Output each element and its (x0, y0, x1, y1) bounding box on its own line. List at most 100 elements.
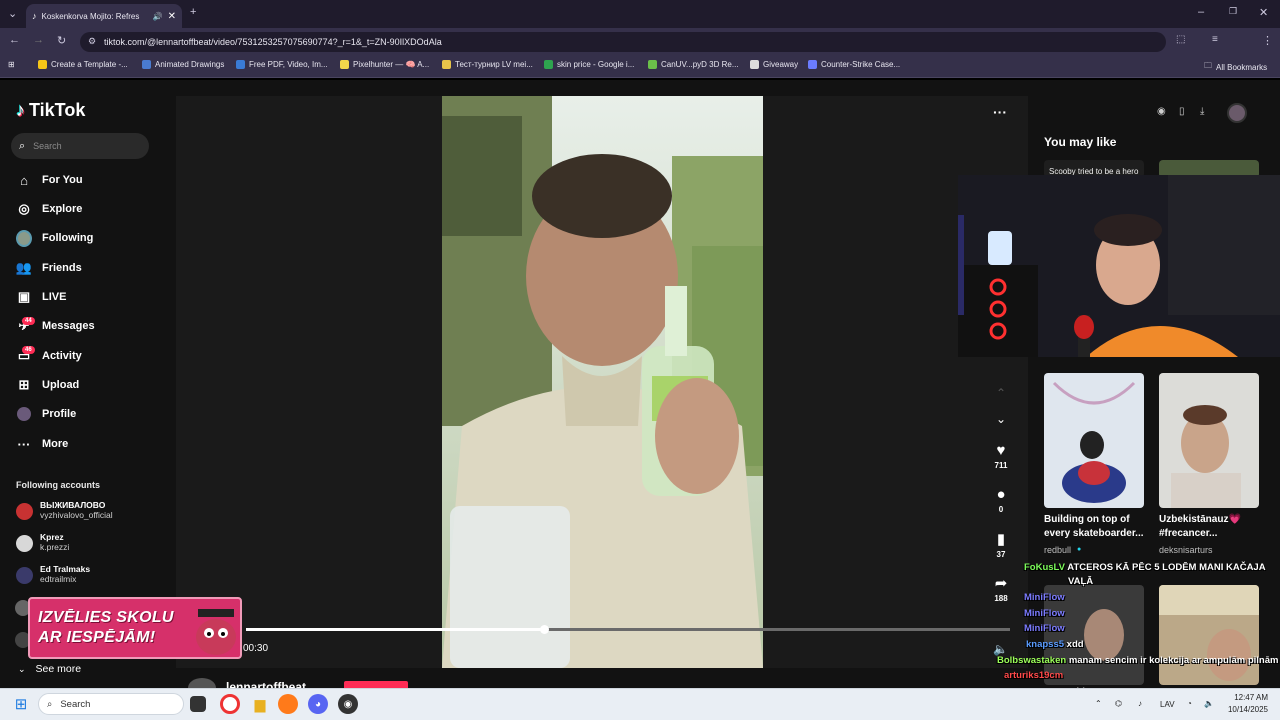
friends-icon: 👥 (15, 260, 33, 275)
nav-following[interactable]: Following (16, 229, 93, 247)
mic-icon[interactable]: ♪ (1138, 699, 1142, 708)
chat-user: MiniFlow (1024, 623, 1065, 634)
close-window-icon[interactable]: ✕ (1259, 6, 1268, 19)
tab-close-icon[interactable]: ✕ (168, 11, 176, 22)
following-accounts-title: Following accounts (16, 480, 101, 490)
nav-upload[interactable]: ⊞ Upload (16, 377, 80, 393)
avatar (16, 535, 33, 552)
keyboard-language[interactable]: LAV (1160, 700, 1175, 709)
bookmarks-bar: ⊞ Create a Template -... Animated Drawin… (0, 56, 1280, 78)
clock-time[interactable]: 12:47 AM (1226, 693, 1268, 702)
apps-icon[interactable]: ⊞ (8, 60, 15, 69)
tiktok-logo[interactable]: ♪ TikTok (16, 100, 85, 121)
account-handle: edtrailmix (40, 574, 77, 584)
ad-line-2: AR IESPĒJĀM! (38, 629, 156, 646)
forward-icon[interactable]: → (33, 34, 44, 46)
windows-start-icon[interactable]: ⊞ (11, 694, 31, 714)
recommendation-creator[interactable]: deksnisarturs (1159, 545, 1213, 555)
wifi-icon[interactable]: ◔ (1187, 699, 1192, 708)
task-view-icon[interactable] (190, 696, 206, 712)
more-options-icon[interactable]: ··· (993, 104, 1007, 120)
firefox-icon[interactable] (278, 694, 298, 714)
video-thumb (1159, 585, 1259, 681)
recommendation-thumb[interactable] (1044, 373, 1144, 508)
address-bar[interactable]: ⚙ tiktok.com/@lennartoffbeat/video/75312… (80, 32, 1166, 52)
recommendation-caption[interactable]: Building on top of every skateboarder... (1044, 513, 1152, 541)
see-more-link[interactable]: ⌄ See more (18, 663, 81, 675)
bookmark-3[interactable]: Pixelhunter — 🧠 A... (340, 60, 429, 69)
chat-user: FoKusLV (1024, 562, 1065, 573)
share-action[interactable]: ➦ 188 (990, 574, 1012, 603)
site-info-icon[interactable]: ⚙ (88, 36, 96, 47)
media-icon[interactable]: ≡ (1212, 34, 1218, 45)
bookmark-1[interactable]: Animated Drawings (142, 60, 224, 69)
previous-video-icon[interactable]: ⌃ (996, 386, 1006, 400)
talking-video-thumb (1171, 405, 1241, 508)
download-icon[interactable]: ⤓ (1200, 106, 1204, 117)
next-video-icon[interactable]: ⌄ (996, 412, 1006, 426)
volume-icon[interactable]: 🔈 (1204, 699, 1214, 708)
extensions-icon[interactable]: ⬚ (1176, 34, 1185, 45)
volume-icon[interactable]: 🔈 (993, 642, 1008, 656)
all-bookmarks[interactable]: 🗀 All Bookmarks (1204, 60, 1267, 74)
bookmark-8[interactable]: Counter-Strike Case... (808, 60, 900, 69)
avatar (16, 503, 33, 520)
bookmark-6[interactable]: CanUV...pyD 3D Re... (648, 60, 739, 69)
comment-action[interactable]: ● 0 (990, 486, 1012, 514)
nav-for-you[interactable]: ⌂ For You (16, 172, 82, 188)
device-icon[interactable]: ▯ (1179, 106, 1185, 117)
bookmark-4[interactable]: Тест-турнир LV mei... (442, 60, 533, 69)
nav-live[interactable]: ▣ LIVE (16, 289, 67, 305)
taskbar-search[interactable]: ⌕ Search (38, 693, 184, 715)
ad-banner[interactable]: IZVĒLIES SKOLU AR IESPĒJĀM! (28, 597, 242, 659)
video-progress-bar[interactable] (246, 625, 1010, 634)
nav-explore[interactable]: ◎ Explore (16, 201, 82, 217)
following-account[interactable]: Kprez k.prezzi (16, 532, 69, 552)
reload-icon[interactable]: ↻ (57, 34, 66, 47)
recommendation-creator[interactable]: redbull (1044, 545, 1071, 555)
chrome-icon[interactable] (220, 694, 240, 714)
file-explorer-icon[interactable]: ▆ (250, 694, 270, 714)
comment-icon: ● (996, 486, 1006, 503)
bookmark-action[interactable]: ▮ 37 (990, 530, 1012, 559)
bookmark-icon: ▮ (996, 531, 1006, 548)
nav-profile[interactable]: Profile (16, 406, 76, 422)
video-player[interactable] (442, 96, 763, 668)
nav-friends[interactable]: 👥 Friends (16, 260, 82, 276)
like-action[interactable]: ♥ 711 (990, 442, 1012, 470)
coin-icon[interactable]: ◉ (1157, 106, 1166, 117)
obs-icon[interactable]: ◉ (338, 694, 358, 714)
recommendation-thumb[interactable] (1159, 373, 1259, 508)
recommendation-caption[interactable]: Uzbekistānauz💗 #frecancer... (1159, 513, 1267, 541)
following-account[interactable]: ВЫЖИВАЛОВО vyzhivalovo_official (16, 500, 113, 520)
audio-icon[interactable]: 🔊 (153, 12, 163, 21)
back-icon[interactable]: ← (9, 34, 20, 46)
menu-icon[interactable]: ⋮ (1262, 34, 1273, 47)
minimize-icon[interactable]: – (1198, 6, 1204, 18)
avatar (16, 567, 33, 584)
account-name: Kprez (40, 532, 64, 542)
chat-message: knapss5 xdd (1026, 639, 1084, 650)
tray-chevron-icon[interactable]: ⌃ (1095, 699, 1102, 708)
browser-tab[interactable]: ♪ Koskenkorva Mojito: Refres 🔊 ✕ (26, 4, 182, 28)
bookmark-2[interactable]: Free PDF, Video, Im... (236, 60, 328, 69)
nav-more[interactable]: ··· More (16, 436, 69, 452)
search-input[interactable]: ⌕ Search (11, 133, 149, 159)
progress-handle[interactable] (539, 625, 549, 634)
bookmark-7[interactable]: Giveaway (750, 60, 798, 69)
chat-text: ATCEROS KĀ PĒC 5 LODĒM MANI KAČAJA (1067, 562, 1266, 573)
user-avatar[interactable] (1227, 103, 1247, 123)
clock-date[interactable]: 10/14/2025 (1226, 705, 1268, 714)
bookmark-5[interactable]: skin price - Google i... (544, 60, 634, 69)
ad-line-1: IZVĒLIES SKOLU (38, 609, 174, 626)
progress-fill (246, 628, 544, 631)
account-handle: vyzhivalovo_official (40, 510, 113, 520)
discord-icon[interactable]: ◕ (308, 694, 328, 714)
recommendation-thumb[interactable] (1159, 585, 1259, 685)
new-tab-icon[interactable]: + (190, 6, 196, 18)
network-icon[interactable]: ⌬ (1115, 699, 1122, 708)
bookmark-0[interactable]: Create a Template -... (38, 60, 128, 69)
following-account[interactable]: Ed Tralmaks edtrailmix (16, 564, 90, 584)
tab-search-icon[interactable]: ⌄ (8, 7, 17, 20)
restore-icon[interactable]: ❐ (1229, 6, 1237, 17)
